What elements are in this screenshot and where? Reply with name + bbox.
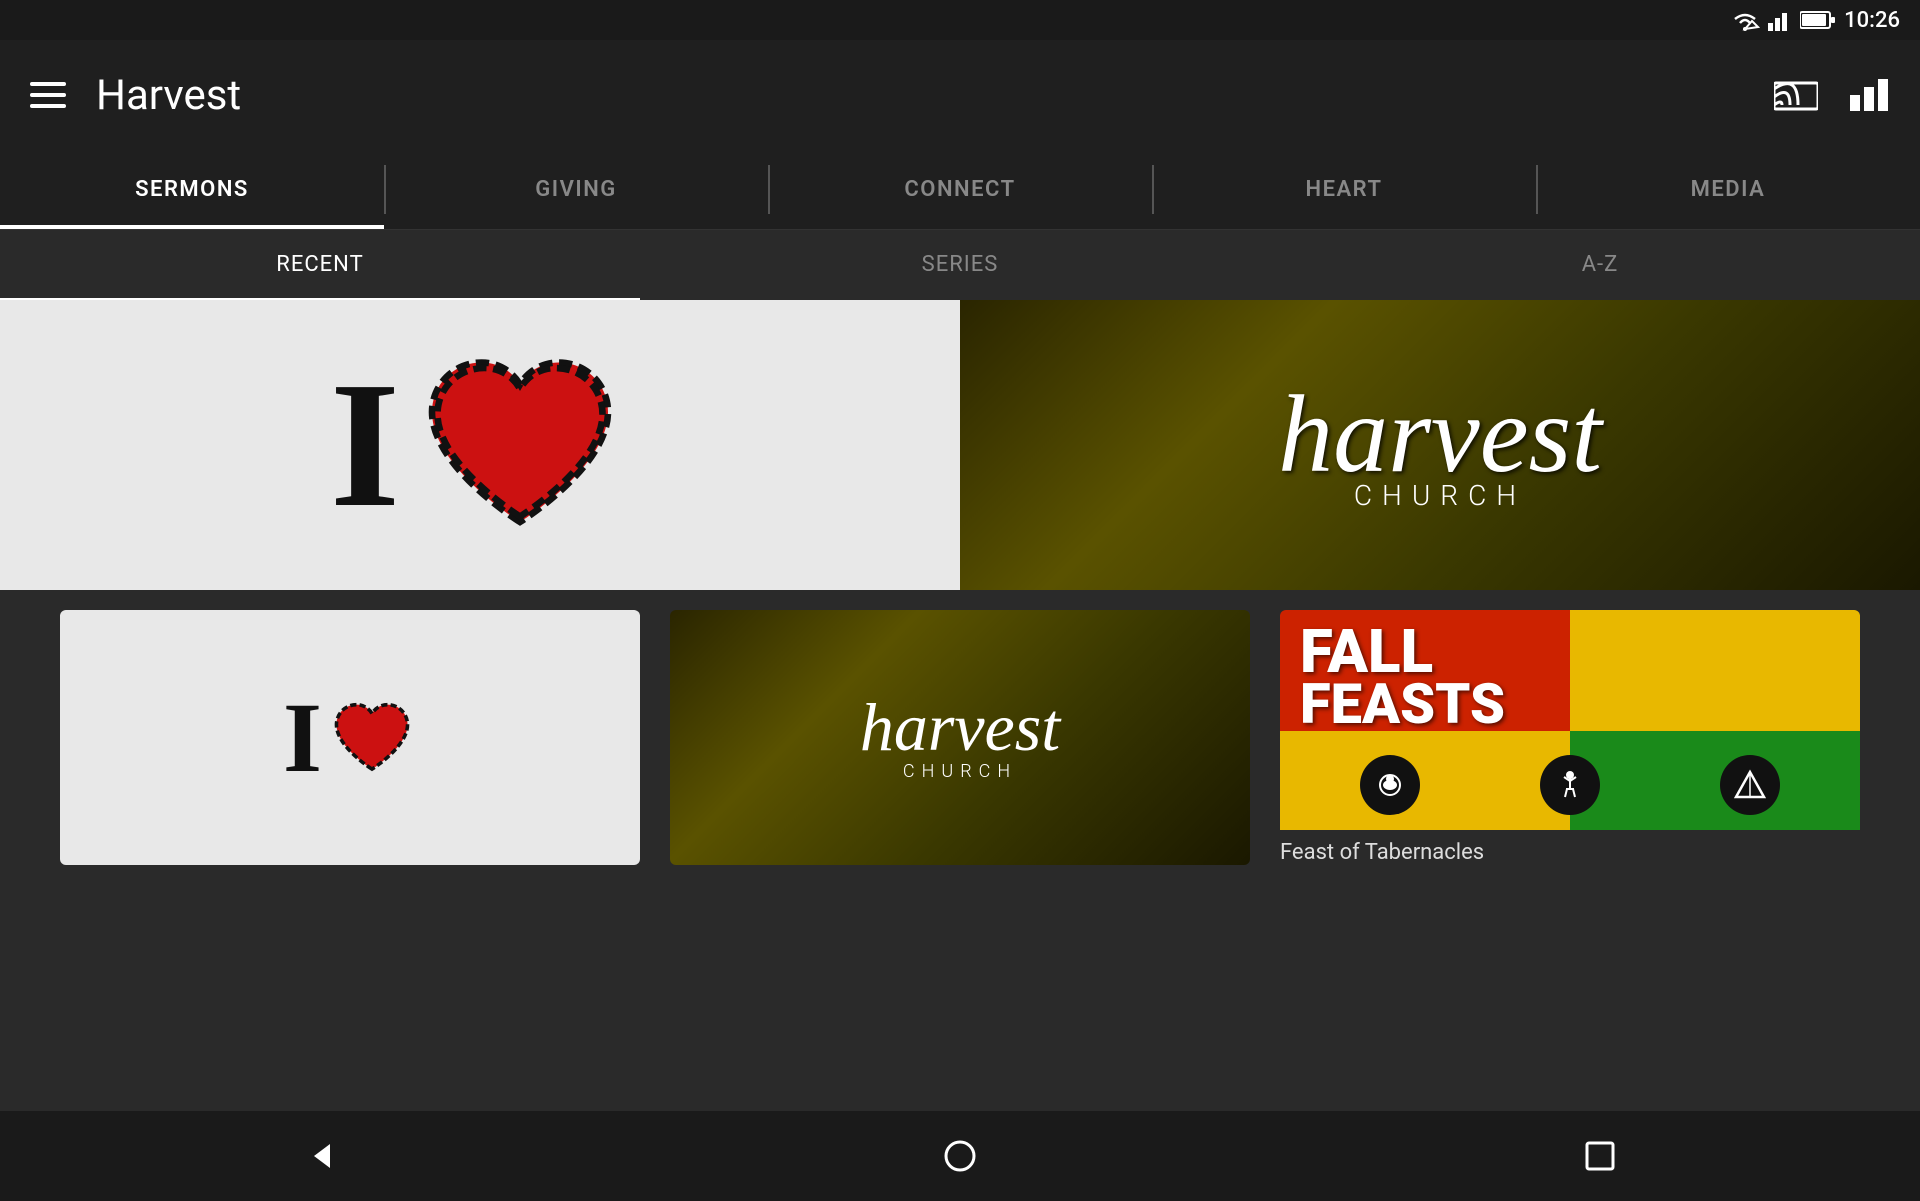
harvest-small-content: harvest CHURCH: [860, 693, 1060, 782]
sub-tabs: RECENT SERIES A-Z: [0, 230, 1920, 300]
heart-large: [410, 345, 630, 545]
app-bar: Harvest: [0, 40, 1920, 150]
lamb-icon: [1372, 767, 1408, 803]
status-time: 10:26: [1844, 8, 1900, 33]
recents-icon: [1581, 1137, 1619, 1175]
hamburger-menu[interactable]: [30, 82, 66, 108]
letter-i: I: [330, 355, 400, 535]
deer-icon: [1552, 767, 1588, 803]
letter-i-small: I: [283, 688, 322, 788]
grid-card-cana[interactable]: I Cana: [60, 610, 640, 865]
tab-heart[interactable]: HEART: [1152, 150, 1536, 229]
card-label-feasts: Feast of Tabernacles: [1280, 830, 1860, 865]
card-grid: I Cana harvest CHURCH We Are The Church: [0, 590, 1920, 885]
love-small-content: I: [283, 610, 417, 865]
featured-item-love[interactable]: I: [0, 300, 960, 590]
home-icon: [940, 1136, 980, 1176]
heart-small: [327, 698, 417, 778]
bottom-nav: [0, 1111, 1920, 1201]
tab-sermons[interactable]: SERMONS: [0, 150, 384, 229]
recents-button[interactable]: [1560, 1116, 1640, 1196]
wifi-icon: [1730, 9, 1760, 31]
tent-icon: [1732, 767, 1768, 803]
feasts-icons-row: [1280, 755, 1860, 815]
back-icon: [300, 1136, 340, 1176]
feasts-icon-3: [1720, 755, 1780, 815]
tab-media[interactable]: MEDIA: [1536, 150, 1920, 229]
home-button[interactable]: [920, 1116, 1000, 1196]
tab-giving[interactable]: GIVING: [384, 150, 768, 229]
status-icons: 10:26: [1730, 8, 1900, 33]
status-bar: 10:26: [0, 0, 1920, 40]
harvest-card-content: harvest CHURCH: [1278, 379, 1602, 512]
featured-banner: I harvest CHURCH: [0, 300, 1920, 590]
nav-tabs: SERMONS GIVING CONNECT HEART MEDIA: [0, 150, 1920, 230]
harvest-small-text: harvest: [860, 693, 1060, 761]
subtab-recent[interactable]: RECENT: [0, 230, 640, 300]
app-bar-left: Harvest: [30, 71, 241, 120]
grid-card-feasts[interactable]: FALL FEASTS: [1280, 610, 1860, 865]
cast-icon: [1774, 77, 1818, 113]
cast-button[interactable]: [1774, 77, 1818, 113]
subtab-az[interactable]: A-Z: [1280, 230, 1920, 300]
love-card-content: I: [330, 345, 630, 545]
card-image-feasts: FALL FEASTS: [1280, 610, 1860, 830]
back-button[interactable]: [280, 1116, 360, 1196]
subtab-series[interactable]: SERIES: [640, 230, 1280, 300]
battery-icon: [1800, 10, 1836, 30]
app-title: Harvest: [96, 71, 241, 120]
bar-chart-icon: [1848, 77, 1890, 113]
chart-button[interactable]: [1848, 77, 1890, 113]
app-bar-right: [1774, 77, 1890, 113]
card-image-cana: I: [60, 610, 640, 865]
feasts-icon-2: [1540, 755, 1600, 815]
grid-card-church[interactable]: harvest CHURCH We Are The Church: [670, 610, 1250, 865]
tab-connect[interactable]: CONNECT: [768, 150, 1152, 229]
signal-icon: [1768, 9, 1792, 31]
featured-item-harvest[interactable]: harvest CHURCH: [960, 300, 1920, 590]
feasts-text: FEASTS: [1300, 679, 1505, 729]
feasts-icon-1: [1360, 755, 1420, 815]
card-image-church: harvest CHURCH: [670, 610, 1250, 865]
harvest-script-text: harvest: [1278, 379, 1602, 489]
